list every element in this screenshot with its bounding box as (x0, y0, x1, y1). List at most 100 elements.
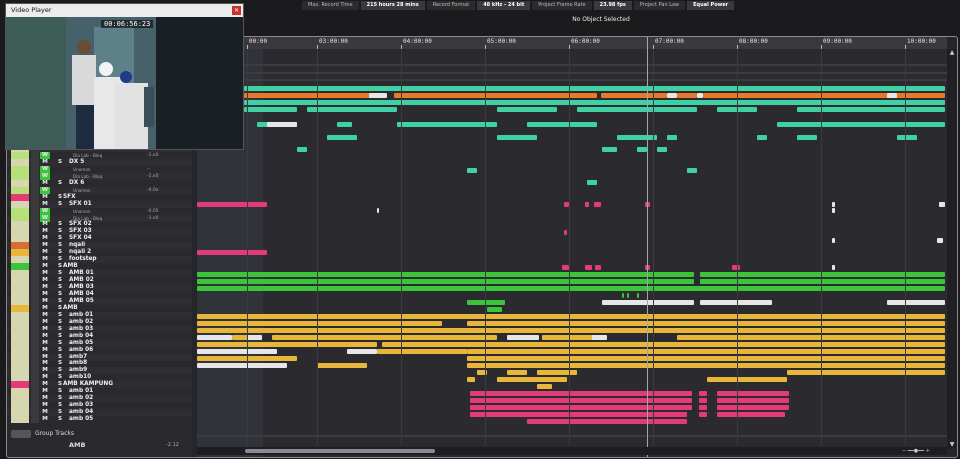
write-automation-button[interactable]: W (40, 165, 50, 173)
track-fold-toggle[interactable] (31, 402, 39, 410)
audio-clip[interactable] (507, 370, 527, 375)
solo-button[interactable]: S (55, 416, 65, 423)
audio-clip[interactable] (297, 147, 307, 152)
write-automation-button[interactable]: W (40, 151, 50, 159)
audio-clip[interactable] (594, 202, 601, 207)
audio-clip[interactable] (797, 107, 945, 112)
mute-button[interactable]: M (40, 249, 50, 256)
track-fold-toggle[interactable] (31, 395, 39, 403)
track-lanes[interactable] (197, 50, 947, 445)
audio-clip[interactable] (317, 363, 367, 368)
track-fold-toggle[interactable] (31, 263, 39, 271)
mute-button[interactable]: M (40, 201, 50, 208)
track-fold-toggle[interactable] (31, 409, 39, 417)
audio-clip[interactable] (394, 93, 597, 98)
mute-button[interactable]: M (40, 270, 50, 277)
track-fold-toggle[interactable] (31, 353, 39, 361)
solo-button[interactable]: S (55, 360, 65, 367)
audio-clip[interactable] (244, 86, 945, 91)
mute-button[interactable]: M (40, 409, 50, 416)
audio-clip[interactable] (527, 419, 687, 424)
solo-button[interactable]: S (55, 312, 65, 319)
audio-clip[interactable] (197, 335, 232, 340)
track-fold-toggle[interactable] (31, 207, 39, 215)
mute-button[interactable]: M (40, 402, 50, 409)
audio-clip[interactable] (197, 328, 945, 333)
audio-clip[interactable] (377, 349, 467, 354)
mute-button[interactable]: M (40, 381, 50, 388)
track-header[interactable]: M Samb8 (7, 360, 192, 368)
audio-clip[interactable] (617, 135, 657, 140)
audio-clip[interactable] (601, 93, 667, 98)
playhead[interactable] (647, 37, 648, 457)
audio-clip[interactable] (527, 122, 597, 127)
track-header[interactable]: M Samb 01 (7, 388, 192, 396)
track-fold-toggle[interactable] (31, 249, 39, 257)
audio-clip[interactable] (717, 412, 785, 417)
audio-clip[interactable] (507, 335, 539, 340)
mute-button[interactable]: M (40, 367, 50, 374)
audio-clip[interactable] (197, 342, 377, 347)
audio-clip[interactable] (832, 208, 835, 213)
solo-button[interactable]: S (55, 340, 65, 347)
mute-button[interactable]: M (40, 374, 50, 381)
track-header[interactable]: M Samb 06 (7, 346, 192, 354)
solo-button[interactable]: S (55, 228, 65, 235)
mute-button[interactable]: M (40, 256, 50, 263)
mute-button[interactable]: M (40, 235, 50, 242)
track-color-swatch[interactable] (11, 318, 29, 326)
track-fold-toggle[interactable] (31, 318, 39, 326)
audio-clip[interactable] (587, 180, 597, 185)
audio-clip[interactable] (627, 293, 629, 298)
audio-clip[interactable] (244, 107, 297, 112)
audio-clip[interactable] (564, 230, 567, 235)
mute-button[interactable]: M (40, 347, 50, 354)
track-header[interactable]: M S AMB 02 (7, 277, 192, 285)
mute-button[interactable]: M (40, 312, 50, 319)
vertical-scrollbar[interactable]: ▲ ▼ (947, 49, 957, 449)
write-automation-button[interactable]: W (40, 186, 50, 194)
audio-clip[interactable] (327, 135, 357, 140)
track-fold-toggle[interactable] (31, 235, 39, 243)
audio-clip[interactable] (699, 405, 707, 410)
audio-clip[interactable] (467, 168, 477, 173)
audio-clip[interactable] (699, 412, 707, 417)
mute-button[interactable]: M (40, 319, 50, 326)
track-fold-toggle[interactable] (31, 200, 39, 208)
track-color-swatch[interactable] (11, 165, 29, 173)
track-color-swatch[interactable] (11, 270, 29, 278)
mute-button[interactable]: M (40, 180, 50, 187)
audio-clip[interactable] (585, 202, 589, 207)
audio-clip[interactable] (467, 321, 945, 326)
solo-button[interactable]: S (55, 409, 65, 416)
audio-clip[interactable] (244, 100, 945, 105)
audio-clip[interactable] (467, 377, 475, 382)
audio-clip[interactable] (677, 93, 697, 98)
mute-button[interactable]: M (40, 388, 50, 395)
track-header[interactable]: M S DX 6 (7, 179, 192, 187)
mute-button[interactable]: M (40, 228, 50, 235)
audio-clip[interactable] (487, 307, 502, 312)
track-fold-toggle[interactable] (31, 381, 39, 389)
audio-clip[interactable] (197, 286, 945, 291)
solo-button[interactable]: S (55, 319, 65, 326)
audio-clip[interactable] (937, 238, 943, 243)
solo-button[interactable]: S (55, 277, 65, 284)
audio-clip[interactable] (197, 363, 287, 368)
solo-button[interactable]: S (55, 180, 65, 187)
audio-clip[interactable] (887, 93, 897, 98)
audio-clip[interactable] (272, 335, 497, 340)
audio-clip[interactable] (470, 412, 687, 417)
video-player-titlebar[interactable]: Video Player ✕ (6, 4, 243, 17)
track-color-swatch[interactable] (11, 221, 29, 229)
write-automation-button[interactable]: W (40, 214, 50, 222)
audio-clip[interactable] (777, 122, 945, 127)
audio-clip[interactable] (897, 135, 917, 140)
track-header[interactable]: M Sfootstep (7, 256, 192, 264)
audio-clip[interactable] (244, 93, 377, 98)
track-fold-toggle[interactable] (31, 297, 39, 305)
audio-clip[interactable] (470, 398, 692, 403)
track-header[interactable]: M Samb9 (7, 367, 192, 375)
track-fold-toggle[interactable] (31, 416, 39, 424)
track-color-swatch[interactable] (11, 381, 29, 389)
